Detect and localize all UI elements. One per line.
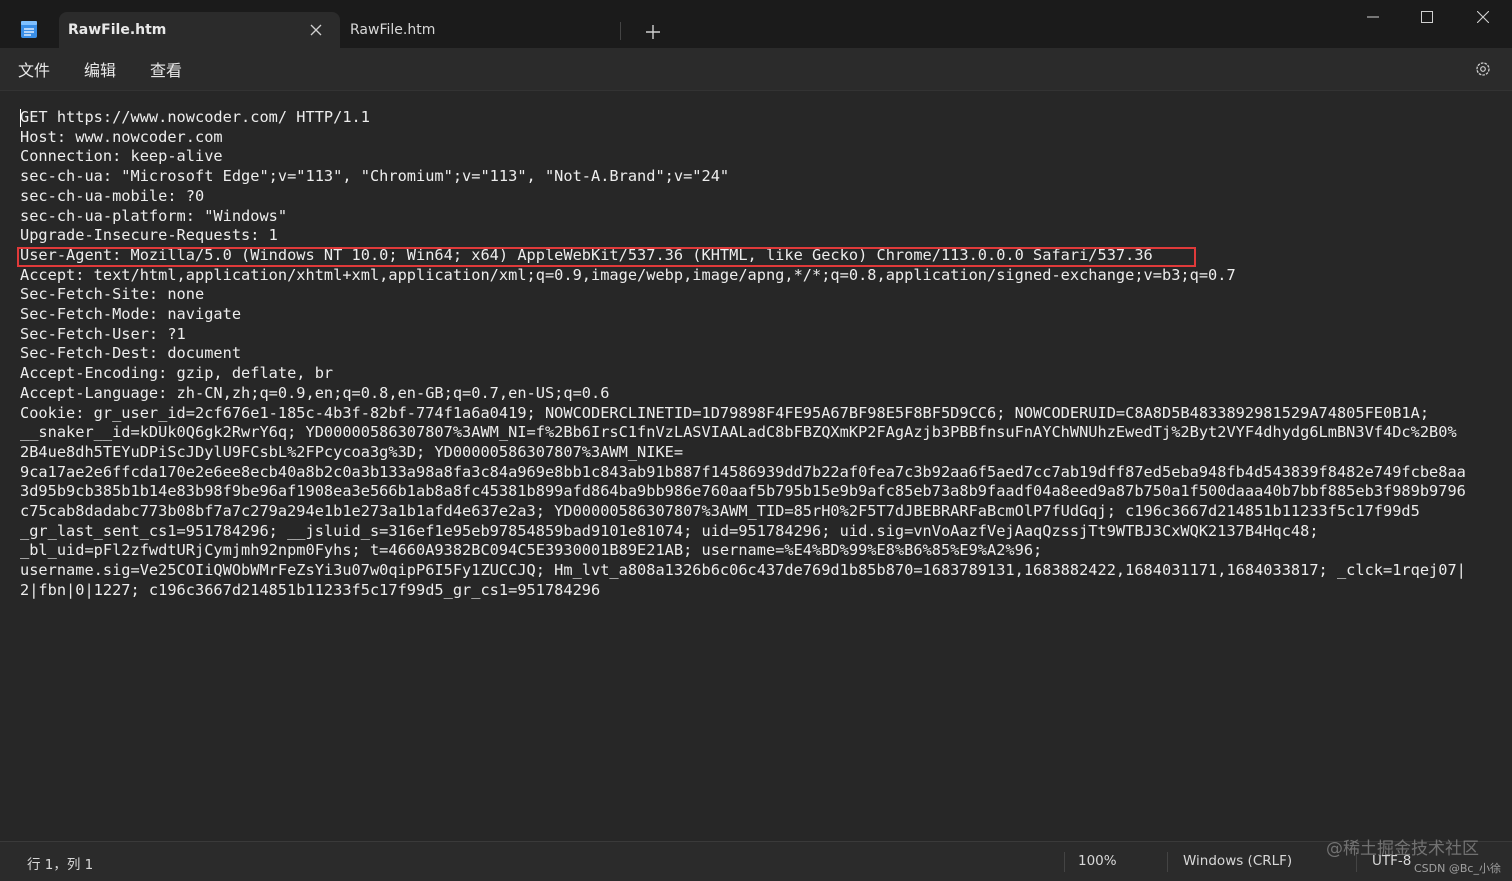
editor-line[interactable]: Accept-Language: zh-CN,zh;q=0.9,en;q=0.8…: [20, 384, 1510, 404]
editor-line[interactable]: Connection: keep-alive: [20, 147, 1510, 167]
editor-line[interactable]: 3d95b9cb385b1b14e83b98f9be96af1908ea3e56…: [20, 482, 1510, 502]
maximize-icon[interactable]: [1399, 0, 1455, 34]
status-divider: [1064, 852, 1065, 872]
status-bar: 行 1，列 1 100% Windows (CRLF) UTF-8: [0, 841, 1512, 881]
tab-active[interactable]: RawFile.htm: [59, 12, 340, 48]
close-icon[interactable]: [306, 20, 326, 40]
editor-line[interactable]: 9ca17ae2e6ffcda170e2e6ee8ecb40a8b2c0a3b1…: [20, 463, 1510, 483]
highlight-box: [17, 247, 1196, 267]
gear-icon[interactable]: [1470, 58, 1496, 80]
menu-edit[interactable]: 编辑: [84, 57, 116, 81]
editor-line[interactable]: Accept-Encoding: gzip, deflate, br: [20, 364, 1510, 384]
editor-line[interactable]: sec-ch-ua-platform: "Windows": [20, 207, 1510, 227]
tab-label: RawFile.htm: [68, 22, 167, 38]
watermark: @稀土掘金技术社区: [1326, 839, 1479, 859]
editor-line[interactable]: c75cab8dadabc773b08bf7a7c279a294e1b1e273…: [20, 502, 1510, 522]
editor-line[interactable]: Cookie: gr_user_id=2cf676e1-185c-4b3f-82…: [20, 404, 1510, 424]
text-editor[interactable]: GET https://www.nowcoder.com/ HTTP/1.1 Ho…: [0, 90, 1512, 841]
menu-file[interactable]: 文件: [18, 57, 50, 81]
title-bar: RawFile.htm RawFile.htm: [0, 0, 1512, 48]
editor-line[interactable]: Sec-Fetch-Dest: document: [20, 344, 1510, 364]
cursor-position: 行 1，列 1: [27, 857, 94, 873]
text-caret: [20, 109, 21, 127]
editor-content[interactable]: GET https://www.nowcoder.com/ HTTP/1.1 Ho…: [20, 108, 1510, 601]
notepad-icon: [21, 21, 37, 38]
editor-line[interactable]: Sec-Fetch-Site: none: [20, 285, 1510, 305]
editor-line[interactable]: sec-ch-ua-mobile: ?0: [20, 187, 1510, 207]
line-ending[interactable]: Windows (CRLF): [1183, 853, 1292, 869]
plus-icon[interactable]: [640, 19, 666, 45]
editor-line[interactable]: Sec-Fetch-Mode: navigate: [20, 305, 1510, 325]
tab-label: RawFile.htm: [350, 22, 436, 38]
minimize-icon[interactable]: [1345, 0, 1401, 34]
editor-line[interactable]: Sec-Fetch-User: ?1: [20, 325, 1510, 345]
editor-line[interactable]: 2|fbn|0|1227; c196c3667d214851b11233f5c1…: [20, 581, 1510, 601]
tab-divider: [620, 22, 621, 40]
editor-line[interactable]: Host: www.nowcoder.com: [20, 128, 1510, 148]
editor-line[interactable]: GET https://www.nowcoder.com/ HTTP/1.1: [20, 108, 1510, 128]
tab-inactive[interactable]: RawFile.htm: [340, 12, 620, 48]
menu-bar: 文件 编辑 查看: [0, 48, 1512, 90]
close-window-icon[interactable]: [1455, 0, 1511, 34]
status-divider: [1167, 852, 1168, 872]
editor-line[interactable]: __snaker__id=kDUk0Q6gk2RwrY6q; YD0000058…: [20, 423, 1510, 443]
editor-line[interactable]: _bl_uid=pFl2zfwdtURjCymjmh92npm0Fyhs; t=…: [20, 541, 1510, 561]
editor-line[interactable]: Upgrade-Insecure-Requests: 1: [20, 226, 1510, 246]
menu-view[interactable]: 查看: [150, 57, 182, 81]
editor-line[interactable]: Accept: text/html,application/xhtml+xml,…: [20, 266, 1510, 286]
editor-line[interactable]: sec-ch-ua: "Microsoft Edge";v="113", "Ch…: [20, 167, 1510, 187]
watermark-author: CSDN @Bc_小徐: [1414, 862, 1501, 875]
zoom-level[interactable]: 100%: [1078, 853, 1117, 869]
editor-line[interactable]: _gr_last_sent_cs1=951784296; __jsluid_s=…: [20, 522, 1510, 542]
editor-line[interactable]: username.sig=Ve25COIiQWObWMrFeZsYi3u07w0…: [20, 561, 1510, 581]
editor-line[interactable]: 2B4ue8dh5TEYuDPiScJDylU9FCsbL%2FPcycoa3g…: [20, 443, 1510, 463]
